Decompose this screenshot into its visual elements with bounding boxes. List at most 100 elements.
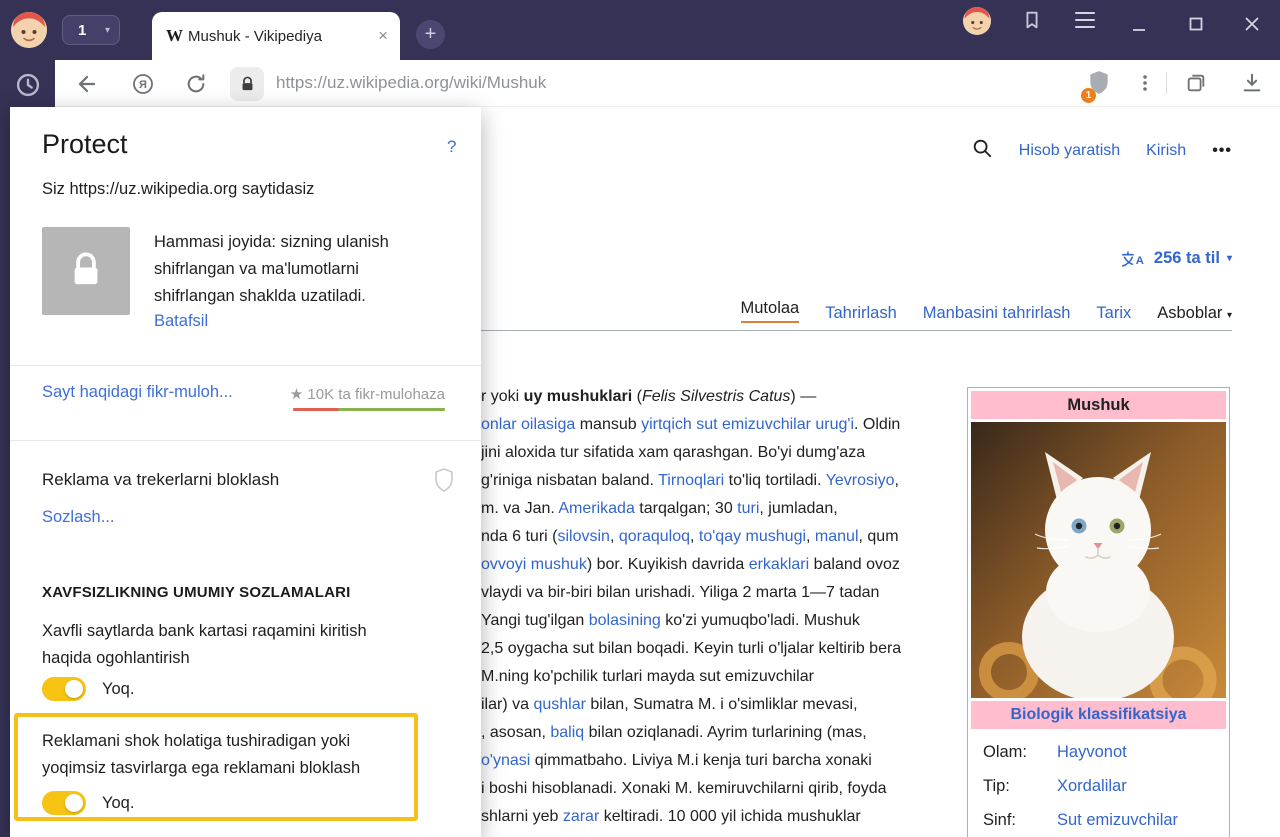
tab-close-icon[interactable]: ×	[378, 26, 388, 46]
more-options-icon[interactable]: •••	[1212, 142, 1232, 160]
sync-avatar[interactable]	[963, 7, 991, 35]
wikipedia-favicon: W	[166, 26, 188, 46]
wiki-link[interactable]: turi	[737, 500, 759, 517]
article-text-segment: , jumladan,	[759, 500, 837, 517]
search-button[interactable]	[971, 137, 993, 164]
profile-avatar[interactable]	[11, 12, 47, 48]
create-account-link[interactable]: Hisob yaratish	[1019, 142, 1120, 160]
rating-bar	[293, 408, 445, 411]
article-text-segment: ,	[610, 528, 619, 545]
bookmarks-panel-button[interactable]	[1021, 9, 1043, 36]
article-text-segment: qimmatbaho. Liviya M.i kenja turi barcha…	[530, 752, 872, 769]
wiki-link[interactable]: bolasining	[589, 612, 661, 629]
tab-counter[interactable]: 1 ▾	[62, 15, 120, 45]
clock-icon	[14, 71, 42, 99]
extension-badge: 1	[1081, 88, 1096, 103]
close-window-button[interactable]	[1241, 13, 1263, 40]
article-text-segment: m. va Jan.	[481, 500, 558, 517]
history-panel-button[interactable]	[14, 71, 42, 104]
tab-mutolaa[interactable]: Mutolaa	[741, 299, 800, 323]
protect-extension-button[interactable]: 1	[1086, 69, 1112, 100]
bank-warning-toggle[interactable]	[42, 677, 86, 701]
tab-tarix[interactable]: Tarix	[1096, 304, 1131, 323]
wiki-link[interactable]: yirtqich	[641, 416, 692, 433]
article-text-segment: Felis Silvestris Catus	[642, 388, 790, 405]
article-line: o'ynasi qimmatbaho. Liviya M.i kenja tur…	[481, 747, 967, 775]
toggle-knob	[65, 680, 83, 698]
yandex-search-button[interactable]: Я	[131, 72, 155, 101]
refresh-button[interactable]	[185, 73, 207, 100]
shock-ads-toggle-row: Yoq.	[42, 791, 414, 815]
active-tab[interactable]: W Mushuk - Vikipediya ×	[152, 12, 400, 60]
bank-warning-toggle-row: Yoq.	[42, 677, 134, 701]
article-text-segment: g'riniga nisbatan baland.	[481, 472, 658, 489]
wiki-link[interactable]: urug'i	[815, 416, 854, 433]
article-line: M.ning ko'pchilik turlari mayda sut emiz…	[481, 663, 967, 691]
wiki-link[interactable]: ovvoyi mushuk	[481, 556, 587, 573]
wiki-link[interactable]: silovsin	[557, 528, 609, 545]
infobox-title: Mushuk	[971, 391, 1226, 419]
adblock-shield	[432, 467, 456, 498]
toolbar-more-button[interactable]	[1135, 73, 1155, 98]
site-security-button[interactable]	[230, 67, 264, 101]
browser-window: 1 ▾ W Mushuk - Vikipediya × +	[0, 0, 1280, 837]
login-link[interactable]: Kirish	[1146, 142, 1186, 160]
site-status-line: Siz https://uz.wikipedia.org saytidasiz	[42, 180, 314, 199]
maximize-button[interactable]	[1185, 13, 1207, 40]
lock-icon	[239, 76, 256, 93]
adblock-configure-link[interactable]: Sozlash...	[42, 508, 114, 527]
wiki-link[interactable]: erkaklari	[749, 556, 809, 573]
address-bar[interactable]: https://uz.wikipedia.org/wiki/Mushuk	[276, 73, 546, 93]
tabs-collections-button[interactable]	[1185, 72, 1207, 99]
article-text-segment: vlaydi va bir-biri bilan urishadi. Yilig…	[481, 584, 879, 601]
wiki-link[interactable]: Yevrosiyo	[826, 472, 895, 489]
article-text-segment: 2,5 oygacha sut bilan boqadi. Keyin turl…	[481, 640, 901, 657]
site-feedback-link[interactable]: Sayt haqidagi fikr-muloh...	[42, 383, 233, 402]
language-icon: A	[1121, 250, 1147, 268]
details-link[interactable]: Batafsil	[154, 312, 208, 331]
wiki-link[interactable]: zarar	[563, 808, 599, 825]
wiki-link[interactable]: to'qay mushugi	[699, 528, 806, 545]
titlebar: 1 ▾ W Mushuk - Vikipediya × +	[0, 0, 1280, 60]
rating-label: 10K ta fikr-mulohaza	[307, 386, 445, 403]
toggle-knob	[65, 794, 83, 812]
article-line: g'riniga nisbatan baland. Tirnoqlari to'…	[481, 467, 967, 495]
copy-tabs-icon	[1185, 72, 1207, 94]
article-text-segment: , asosan,	[481, 724, 550, 741]
infobox-classification-link[interactable]: Biologik klassifikatsiya	[971, 701, 1226, 729]
wiki-link[interactable]: onlar oilasiga	[481, 416, 575, 433]
article-text-segment: shlarni yeb	[481, 808, 563, 825]
wiki-link[interactable]: Tirnoqlari	[658, 472, 724, 489]
infobox-row-label: Olam:	[971, 743, 1057, 762]
tab-tahrirlash[interactable]: Tahrirlash	[825, 304, 897, 323]
wiki-link[interactable]: sut emizuvchilar	[696, 416, 811, 433]
infobox-row-value[interactable]: Hayvonot	[1057, 743, 1127, 762]
help-link[interactable]: ?	[447, 137, 456, 157]
wiki-link[interactable]: qushlar	[533, 696, 585, 713]
wiki-link[interactable]: baliq	[550, 724, 584, 741]
article-line: nda 6 turi (silovsin, qoraquloq, to'qay …	[481, 523, 967, 551]
wiki-link[interactable]: qoraquloq	[619, 528, 690, 545]
language-selector[interactable]: A 256 ta til ▾	[1121, 249, 1232, 268]
shield-outline-icon	[432, 467, 456, 493]
back-button[interactable]	[75, 72, 99, 101]
tab-asboblar[interactable]: Asboblar ▾	[1157, 304, 1232, 323]
infobox-row: Sinf:Sut emizuvchilar	[971, 803, 1226, 837]
site-rating[interactable]: ★ 10K ta fikr-mulohaza	[290, 385, 445, 403]
minimize-button[interactable]	[1128, 18, 1150, 45]
article-line: , asosan, baliq bilan oziqlanadi. Ayrim …	[481, 719, 967, 747]
toggle-state-label: Yoq.	[102, 794, 134, 813]
downloads-button[interactable]	[1241, 72, 1263, 99]
article-text-segment: bilan, Sumatra M. i o'simliklar mevasi,	[586, 696, 858, 713]
wiki-link[interactable]: o'ynasi	[481, 752, 530, 769]
tab-manbasini-tahrirlash[interactable]: Manbasini tahrirlash	[923, 304, 1071, 323]
browser-menu-button[interactable]	[1074, 11, 1096, 34]
download-icon	[1241, 72, 1263, 94]
new-tab-button[interactable]: +	[416, 20, 445, 49]
wiki-link[interactable]: manul	[815, 528, 859, 545]
shock-ads-toggle[interactable]	[42, 791, 86, 815]
lock-icon	[65, 250, 107, 292]
infobox-row-value[interactable]: Sut emizuvchilar	[1057, 811, 1178, 830]
wiki-link[interactable]: Amerikada	[558, 500, 634, 517]
infobox-row-value[interactable]: Xordalilar	[1057, 777, 1127, 796]
